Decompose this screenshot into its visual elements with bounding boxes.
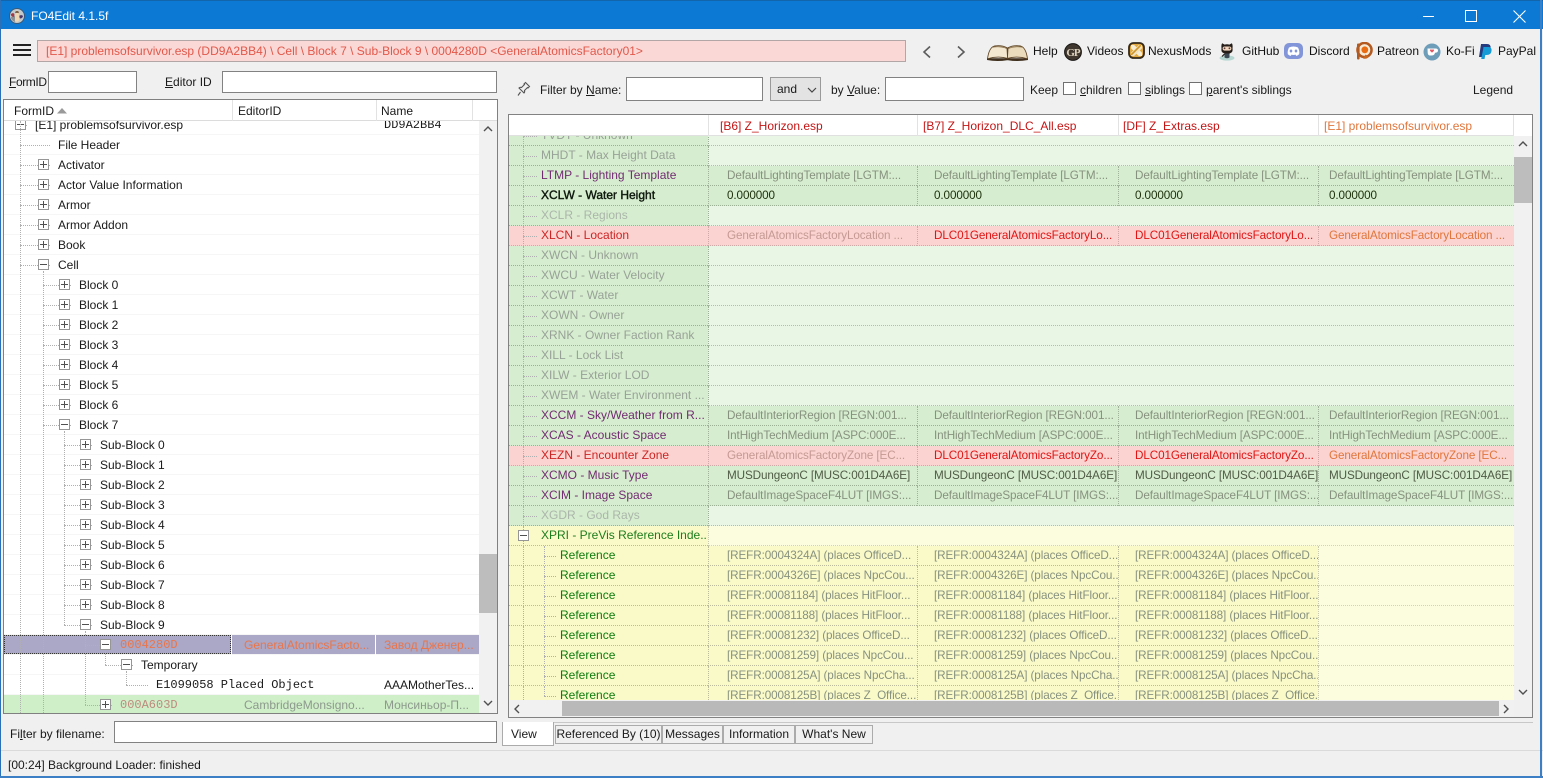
svg-text:GP: GP [1066, 47, 1081, 59]
